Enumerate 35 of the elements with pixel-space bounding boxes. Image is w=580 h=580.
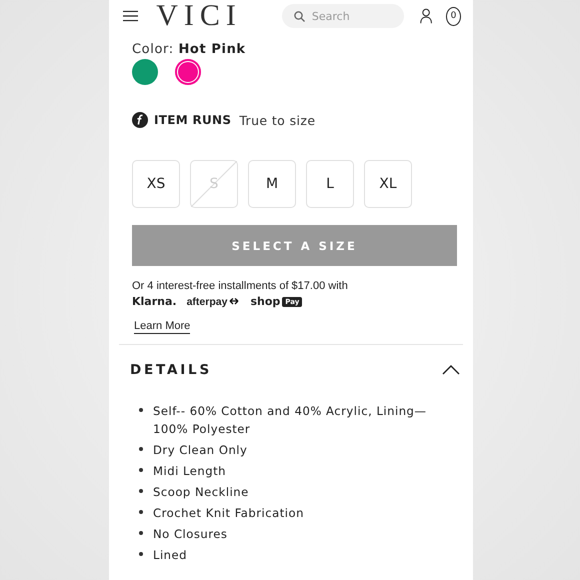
bullet-icon [139,552,143,556]
size-option[interactable]: XS [132,160,180,208]
detail-item: Crochet Knit Fabrication [153,505,304,522]
color-label: Color: Hot Pink [132,42,246,57]
account-icon[interactable] [420,6,432,26]
size-option[interactable]: L [306,160,354,208]
bullet-icon [139,531,143,535]
detail-item: No Closures [153,526,228,543]
size-option[interactable]: M [248,160,296,208]
learn-more-link[interactable]: Learn More [134,320,190,334]
color-swatch[interactable] [132,59,158,85]
bullet-icon [139,489,143,493]
detail-item: Lined [153,547,188,564]
size-option[interactable]: XL [364,160,412,208]
cart-count[interactable]: 0 [446,6,461,26]
logo[interactable]: VICI [156,1,242,31]
fit-label: ITEM RUNS [154,113,232,127]
bullet-icon [139,447,143,451]
bullet-icon [139,408,143,412]
detail-item: Midi Length [153,463,226,480]
fit-value: True to size [239,112,316,128]
brand-f-icon [132,112,148,128]
detail-item: Dry Clean Only [153,442,248,459]
afterpay-logo: afterpay [186,296,240,308]
installments-text: Or 4 interest-free installments of $17.00 with [132,280,349,292]
detail-item: Scoop Neckline [153,484,249,501]
bullet-icon [139,510,143,514]
color-swatch[interactable] [175,59,201,85]
menu-icon[interactable] [123,9,138,23]
details-heading[interactable]: DETAILS [130,362,212,378]
klarna-logo: Klarna. [132,295,177,308]
bullet-icon [139,468,143,472]
search-field[interactable]: Search [282,4,404,28]
detail-item: Self-- 60% Cotton and 40% Acrylic, Lining—100% Polyester [153,403,428,438]
chevron-icon[interactable] [442,365,460,375]
